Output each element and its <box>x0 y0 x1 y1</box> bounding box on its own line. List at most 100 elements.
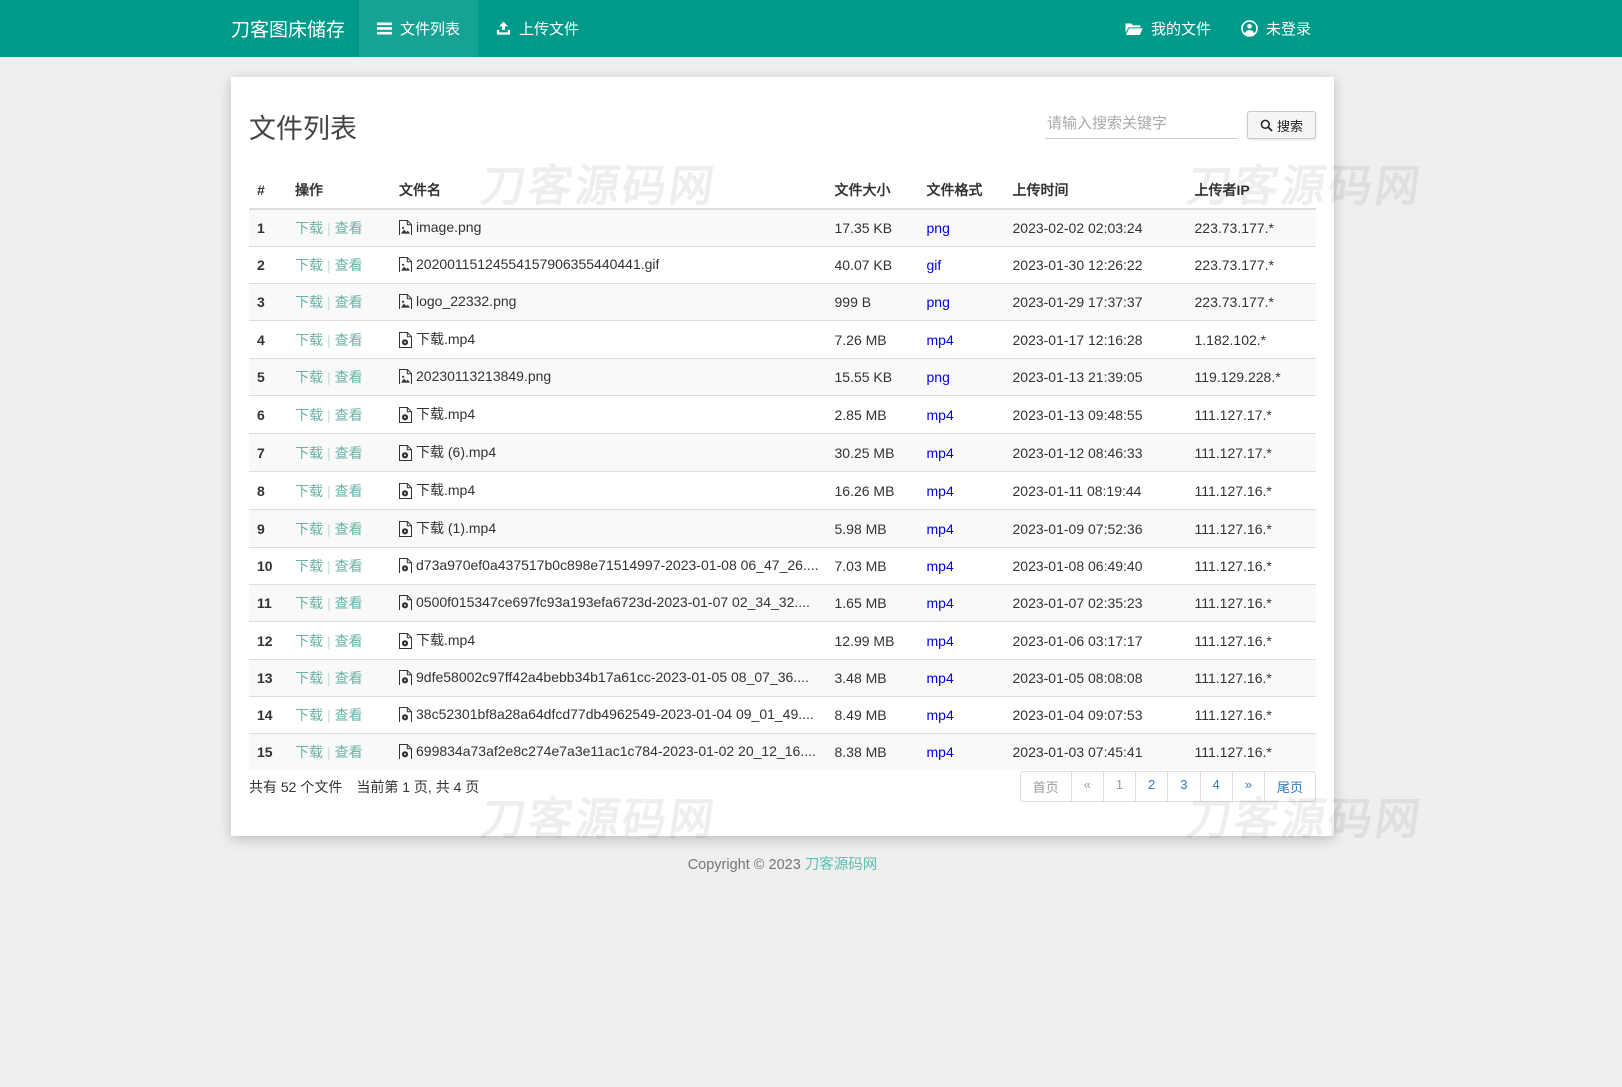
file-name: 9dfe58002c97ff42a4bebb34b17a61cc-2023-01… <box>416 669 809 685</box>
format-link[interactable]: mp4 <box>927 445 954 461</box>
login-status[interactable]: 未登录 <box>1233 0 1319 57</box>
upload-time: 2023-01-13 21:39:05 <box>1005 359 1187 396</box>
search-icon <box>1260 119 1273 132</box>
row-format-cell: mp4 <box>919 548 1005 585</box>
format-link[interactable]: mp4 <box>927 595 954 611</box>
format-link[interactable]: mp4 <box>927 407 954 423</box>
format-link[interactable]: mp4 <box>927 521 954 537</box>
format-link[interactable]: png <box>927 220 950 236</box>
uploader-ip: 223.73.177.* <box>1187 209 1317 247</box>
download-link[interactable]: 下载 <box>295 744 323 760</box>
download-link[interactable]: 下载 <box>295 670 323 686</box>
row-format-cell: mp4 <box>919 622 1005 660</box>
tab-upload[interactable]: 上传文件 <box>478 0 597 57</box>
footer-site-link[interactable]: 刀客源码网 <box>805 857 878 873</box>
file-size: 8.49 MB <box>827 697 919 734</box>
table-row: 5下载|查看20230113213849.png15.55 KBpng2023-… <box>249 359 1316 396</box>
image-file-icon <box>399 257 412 272</box>
download-link[interactable]: 下载 <box>295 445 323 461</box>
image-file-icon <box>399 369 412 384</box>
view-link[interactable]: 查看 <box>335 332 363 348</box>
list-icon <box>377 22 392 35</box>
my-files-link[interactable]: 我的文件 <box>1117 0 1219 57</box>
download-link[interactable]: 下载 <box>295 220 323 236</box>
upload-time: 2023-02-02 02:03:24 <box>1005 209 1187 247</box>
view-link[interactable]: 查看 <box>335 483 363 499</box>
view-link[interactable]: 查看 <box>335 294 363 310</box>
download-link[interactable]: 下载 <box>295 257 323 273</box>
table-row: 11下载|查看0500f015347ce697fc93a193efa6723d-… <box>249 585 1316 622</box>
page-button-4[interactable]: 4 <box>1200 771 1233 802</box>
view-link[interactable]: 查看 <box>335 633 363 649</box>
file-size: 15.55 KB <box>827 359 919 396</box>
row-filename-cell: image.png <box>391 209 827 247</box>
brand[interactable]: 刀客图床储存 <box>231 0 359 57</box>
table-row: 6下载|查看下载.mp42.85 MBmp42023-01-13 09:48:5… <box>249 396 1316 434</box>
download-link[interactable]: 下载 <box>295 558 323 574</box>
file-size: 7.03 MB <box>827 548 919 585</box>
col-header-format: 文件格式 <box>919 172 1005 209</box>
download-link[interactable]: 下载 <box>295 483 323 499</box>
row-format-cell: gif <box>919 247 1005 284</box>
page-button-3[interactable]: 3 <box>1167 771 1200 802</box>
row-filename-cell: 9dfe58002c97ff42a4bebb34b17a61cc-2023-01… <box>391 660 827 697</box>
format-link[interactable]: mp4 <box>927 483 954 499</box>
table-row: 14下载|查看38c52301bf8a28a64dfcd77db4962549-… <box>249 697 1316 734</box>
view-link[interactable]: 查看 <box>335 407 363 423</box>
download-link[interactable]: 下载 <box>295 332 323 348</box>
row-format-cell: png <box>919 359 1005 396</box>
action-separator: | <box>323 670 335 686</box>
search-input[interactable] <box>1045 111 1237 139</box>
col-header-action: 操作 <box>287 172 391 209</box>
table-row: 7下载|查看下载 (6).mp430.25 MBmp42023-01-12 08… <box>249 434 1316 472</box>
view-link[interactable]: 查看 <box>335 521 363 537</box>
format-link[interactable]: png <box>927 369 950 385</box>
row-filename-cell: 下载.mp4 <box>391 472 827 510</box>
uploader-ip: 111.127.17.* <box>1187 396 1317 434</box>
view-link[interactable]: 查看 <box>335 369 363 385</box>
view-link[interactable]: 查看 <box>335 744 363 760</box>
search-area: 搜索 <box>1045 111 1316 139</box>
download-link[interactable]: 下载 <box>295 369 323 385</box>
page-button-2[interactable]: 2 <box>1135 771 1168 802</box>
view-link[interactable]: 查看 <box>335 707 363 723</box>
row-number: 3 <box>249 284 287 321</box>
video-file-icon <box>399 521 412 537</box>
row-filename-cell: 下载 (6).mp4 <box>391 434 827 472</box>
view-link[interactable]: 查看 <box>335 670 363 686</box>
folder-icon <box>1125 22 1143 36</box>
view-link[interactable]: 查看 <box>335 445 363 461</box>
download-link[interactable]: 下载 <box>295 707 323 723</box>
row-format-cell: mp4 <box>919 434 1005 472</box>
view-link[interactable]: 查看 <box>335 595 363 611</box>
format-link[interactable]: png <box>927 294 950 310</box>
download-link[interactable]: 下载 <box>295 294 323 310</box>
file-size: 2.85 MB <box>827 396 919 434</box>
uploader-ip: 119.129.228.* <box>1187 359 1317 396</box>
format-link[interactable]: mp4 <box>927 670 954 686</box>
page-button-»[interactable]: » <box>1232 771 1265 802</box>
row-filename-cell: 38c52301bf8a28a64dfcd77db4962549-2023-01… <box>391 697 827 734</box>
format-link[interactable]: mp4 <box>927 558 954 574</box>
video-file-icon <box>399 595 412 610</box>
download-link[interactable]: 下载 <box>295 595 323 611</box>
video-file-icon <box>399 483 412 499</box>
format-link[interactable]: gif <box>927 257 942 273</box>
search-button[interactable]: 搜索 <box>1247 111 1316 139</box>
view-link[interactable]: 查看 <box>335 257 363 273</box>
download-link[interactable]: 下载 <box>295 521 323 537</box>
download-link[interactable]: 下载 <box>295 407 323 423</box>
summary-page: 当前第 1 页, 共 4 页 <box>356 779 479 795</box>
navbar: 刀客图床储存 文件列表 上传文件 我的文件 未登录 <box>0 0 1622 57</box>
page-button-尾页[interactable]: 尾页 <box>1264 771 1316 802</box>
tab-file-list[interactable]: 文件列表 <box>359 0 478 57</box>
format-link[interactable]: mp4 <box>927 633 954 649</box>
video-file-icon <box>399 744 412 759</box>
download-link[interactable]: 下载 <box>295 633 323 649</box>
format-link[interactable]: mp4 <box>927 707 954 723</box>
view-link[interactable]: 查看 <box>335 220 363 236</box>
upload-time: 2023-01-03 07:45:41 <box>1005 734 1187 771</box>
format-link[interactable]: mp4 <box>927 332 954 348</box>
view-link[interactable]: 查看 <box>335 558 363 574</box>
format-link[interactable]: mp4 <box>927 744 954 760</box>
